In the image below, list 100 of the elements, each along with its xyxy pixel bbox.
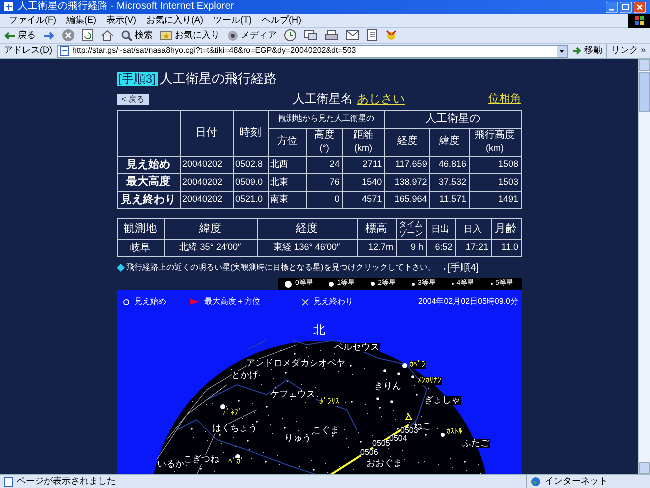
row-header: 見え始め <box>117 156 180 174</box>
star-name-label[interactable]: ﾃﾞﾈﾌﾞ <box>222 409 242 417</box>
star-name-label[interactable]: ﾒﾝｶﾘﾅﾝ <box>418 377 442 385</box>
toolbar-button[interactable] <box>101 30 114 42</box>
menu-item[interactable]: ヘルプ(H) <box>257 14 306 28</box>
constellation-label: こぎつね <box>184 455 220 464</box>
go-button[interactable]: 移動 <box>572 44 602 58</box>
table-cell: 0 <box>306 191 342 208</box>
step-4-link[interactable]: →[手順4] <box>438 260 479 276</box>
home-icon <box>101 30 114 42</box>
constellation-label: とかげ <box>232 371 258 380</box>
phase-angle-link[interactable]: 位相角 <box>488 90 522 108</box>
maximize-icon[interactable] <box>620 2 632 12</box>
satellite-name-link[interactable]: あじさい <box>356 90 405 108</box>
page-title: 人工衛星の飛行経路 <box>160 70 277 88</box>
time-label: 0504 <box>390 435 408 443</box>
column-header: 観測地 <box>117 218 164 240</box>
toolbar-button[interactable]: 検索 <box>121 28 153 42</box>
column-header: 日付 <box>180 110 233 156</box>
address-field[interactable]: http://star.gs/~sat/sat/nasa8hyo.cgi?t=t&tiki=48&ro=EGP&dy=20040202&dt=503 <box>56 44 568 58</box>
toolbar-button[interactable] <box>284 29 297 42</box>
status-text: ページが表示されました <box>17 474 116 488</box>
go-arrow-icon <box>572 46 582 56</box>
minimize-icon[interactable] <box>606 2 618 12</box>
vertical-scrollbar[interactable] <box>638 59 650 474</box>
instruction-text: 飛行経路上の近くの明るい星(実観測時に目標となる星)を見つけクリックして下さい。 <box>126 262 436 274</box>
menu-item[interactable]: 表示(V) <box>102 14 142 28</box>
zone-text: インターネット <box>545 474 608 488</box>
back-button[interactable]: < 戻る <box>116 94 150 104</box>
map-legend-label: 最大高度＋方位 <box>204 296 260 308</box>
browser-logo-icon <box>4 2 14 12</box>
table-cell: 20040202 <box>180 191 233 208</box>
mail-icon <box>304 30 318 41</box>
table-cell: 北西 <box>268 156 307 174</box>
window-title: 人工衛星の飛行経路 - Microsoft Internet Explorer <box>18 2 234 12</box>
media-icon <box>227 30 239 42</box>
document-icon <box>367 29 378 42</box>
column-header: 経度 <box>384 128 430 156</box>
table-cell: 20040202 <box>180 156 233 174</box>
diamond-bullet-icon <box>116 264 124 272</box>
toolbar-button[interactable] <box>304 30 318 41</box>
links-button[interactable]: リンク » <box>606 44 646 58</box>
table-cell: 24 <box>306 156 342 174</box>
menu-item[interactable]: お気に入り(A) <box>142 14 208 28</box>
table-cell: 76 <box>306 174 342 191</box>
constellation-label: おおぐま <box>366 459 402 468</box>
table-cell: 北東 <box>268 174 307 191</box>
menu-item[interactable]: 編集(E) <box>62 14 102 28</box>
table-cell: 20040202 <box>180 174 233 191</box>
column-header: 日入 <box>455 218 492 240</box>
toolbar-button[interactable] <box>62 29 75 42</box>
constellation-label: ぎょしゃ <box>424 396 460 405</box>
table-cell: 4571 <box>342 191 385 208</box>
table-cell: 岐阜 <box>117 240 164 256</box>
toolbar-button[interactable] <box>82 29 94 42</box>
close-icon[interactable] <box>634 2 646 12</box>
toolbar-button[interactable] <box>325 30 339 42</box>
column-header: 時刻 <box>233 110 268 156</box>
stop-icon <box>62 29 75 42</box>
toolbar-button[interactable]: お気に入り <box>160 28 220 42</box>
time-label: 0506 <box>360 449 378 457</box>
star-name-label[interactable]: ﾎﾟﾗﾘｽ <box>320 398 340 406</box>
page-icon <box>4 476 13 486</box>
menu-item[interactable]: ファイル(F) <box>4 14 62 28</box>
star-name-label[interactable]: ﾍﾞｶﾞ <box>228 458 244 466</box>
star-name-label[interactable]: ｶｽﾄﾙ <box>446 428 462 436</box>
messenger-icon <box>385 29 398 42</box>
address-label: アドレス(D) <box>4 44 52 58</box>
printer-icon <box>325 30 339 42</box>
column-header: タイムゾーン <box>396 218 426 240</box>
toolbar-button[interactable] <box>43 30 55 42</box>
toolbar-button[interactable] <box>367 29 378 42</box>
column-header: 距離 (km) <box>342 128 385 156</box>
map-legend-label: 見え始め <box>134 296 166 308</box>
toolbar-button[interactable]: 戻る <box>4 28 36 42</box>
column-header: 緯度 <box>430 128 469 156</box>
constellation-label: こぐま <box>312 426 340 435</box>
toolbar-button[interactable]: メディア <box>227 28 277 42</box>
table-cell: 138.972 <box>384 174 430 191</box>
constellation-label: りゅう <box>284 434 312 443</box>
time-label: 0505 <box>372 440 390 448</box>
menu-item[interactable]: ツール(T) <box>208 14 257 28</box>
table-cell: 12.7m <box>357 240 396 256</box>
toolbar-button[interactable] <box>346 30 360 41</box>
toolbar-button[interactable] <box>385 29 398 42</box>
flag-marker-icon <box>190 299 200 305</box>
forward-arrow-icon <box>43 30 55 42</box>
star-name-label[interactable]: ｶﾍﾟﾗ <box>410 361 426 369</box>
table-cell: 6:52 <box>426 240 456 256</box>
column-group-header: 観測地から見た人工衛星の <box>268 110 385 128</box>
globe-icon <box>531 476 541 486</box>
table-cell: 11.571 <box>430 191 469 208</box>
row-header: 最大高度 <box>117 174 180 191</box>
table-cell: 1508 <box>469 156 521 174</box>
table-cell: 0521.0 <box>233 191 268 208</box>
constellation-label: きりん <box>374 382 402 391</box>
column-header: 経度 <box>257 218 357 240</box>
windows-logo-icon <box>628 14 650 28</box>
table-cell: 北緯 35° 24′00″ <box>164 240 257 256</box>
map-datetime: 2004年02月02日05時09.0分 <box>418 296 518 308</box>
